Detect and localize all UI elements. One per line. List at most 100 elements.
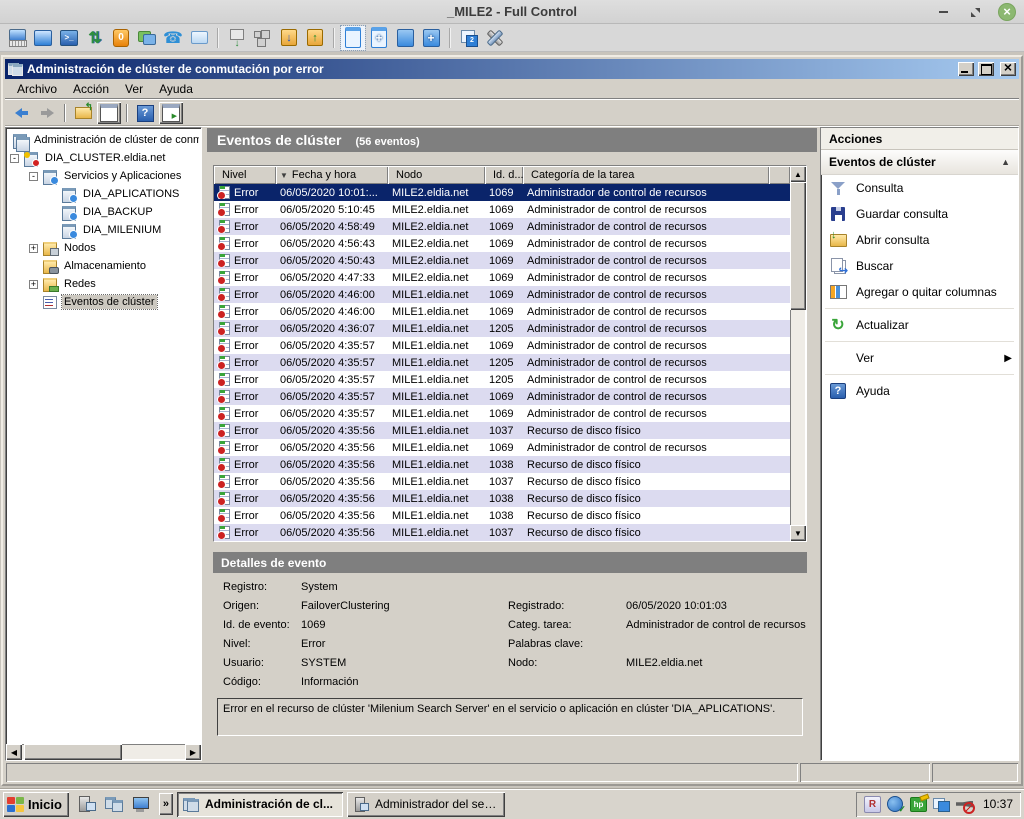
- table-row[interactable]: Error 06/05/2020 4:35:57 MILE1.eldia.net…: [214, 405, 790, 422]
- column-header[interactable]: Id. d...: [485, 166, 523, 184]
- task-server-manager[interactable]: Administrador del servidor: [347, 792, 505, 817]
- app-close-button[interactable]: [1000, 62, 1016, 76]
- network-hosts-icon[interactable]: [251, 26, 275, 50]
- shutdown-icon[interactable]: [109, 26, 133, 50]
- up-one-level-button[interactable]: [71, 102, 95, 124]
- tree-item-dia-backup[interactable]: DIA_BACKUP: [8, 203, 199, 221]
- tree-item-eventos[interactable]: Eventos de clúster: [8, 293, 199, 311]
- table-row[interactable]: Error 06/05/2020 4:35:56 MILE1.eldia.net…: [214, 490, 790, 507]
- help-button[interactable]: [133, 102, 157, 124]
- table-row[interactable]: Error 06/05/2020 4:35:57 MILE1.eldia.net…: [214, 371, 790, 388]
- tree-expander-icon[interactable]: -: [10, 154, 19, 163]
- network-tray-icon[interactable]: [887, 796, 904, 813]
- tree-item-nodos[interactable]: + Nodos: [8, 239, 199, 257]
- tree-item-dia-cluster[interactable]: - DIA_CLUSTER.eldia.net: [8, 149, 199, 167]
- app-minimize-button[interactable]: [958, 62, 974, 76]
- show-action-pane-button[interactable]: [159, 102, 183, 124]
- hp-tray-icon[interactable]: [910, 796, 927, 813]
- column-header[interactable]: ▼ Fecha y hora: [276, 166, 388, 184]
- table-row[interactable]: Error 06/05/2020 4:47:33 MILE2.eldia.net…: [214, 269, 790, 286]
- remote-desktop-tray-icon[interactable]: [933, 796, 950, 813]
- quicklaunch-server-manager-icon[interactable]: [77, 794, 97, 814]
- text-chat-icon[interactable]: [135, 26, 159, 50]
- action-ayuda[interactable]: Ayuda: [821, 378, 1018, 404]
- column-header[interactable]: Nivel: [214, 166, 276, 184]
- tree-item-redes[interactable]: + Redes: [8, 275, 199, 293]
- tree-item-root[interactable]: Administración de clúster de conmu: [8, 131, 199, 149]
- tree-expander-icon[interactable]: +: [29, 244, 38, 253]
- tree-item-dia-milenium[interactable]: DIA_MILENIUM: [8, 221, 199, 239]
- column-header[interactable]: Nodo: [388, 166, 485, 184]
- action-ver[interactable]: Ver ▶: [821, 345, 1018, 371]
- table-row[interactable]: Error 06/05/2020 4:35:57 MILE1.eldia.net…: [214, 354, 790, 371]
- table-row[interactable]: Error 06/05/2020 4:46:00 MILE1.eldia.net…: [214, 303, 790, 320]
- action-actualizar[interactable]: Actualizar: [821, 312, 1018, 338]
- table-row[interactable]: Error 06/05/2020 4:35:57 MILE1.eldia.net…: [214, 337, 790, 354]
- table-row[interactable]: Error 06/05/2020 4:35:56 MILE1.eldia.net…: [214, 473, 790, 490]
- menu-ayuda[interactable]: Ayuda: [151, 79, 201, 99]
- table-row[interactable]: Error 06/05/2020 4:35:56 MILE1.eldia.net…: [214, 507, 790, 524]
- radmin-tray-icon[interactable]: [864, 796, 881, 813]
- action-guardar-consulta[interactable]: Guardar consulta: [821, 201, 1018, 227]
- stretch-view-icon[interactable]: [367, 26, 391, 50]
- scroll-right-icon[interactable]: ▶: [185, 744, 201, 760]
- quicklaunch-show-desktop-icon[interactable]: [131, 794, 151, 814]
- menu-accion[interactable]: Acción: [65, 79, 117, 99]
- start-button[interactable]: Inicio: [3, 792, 69, 817]
- action-columnas[interactable]: Agregar o quitar columnas: [821, 279, 1018, 305]
- scroll-left-icon[interactable]: ◀: [6, 744, 22, 760]
- send-message-icon[interactable]: [187, 26, 211, 50]
- table-row[interactable]: Error 06/05/2020 4:35:56 MILE1.eldia.net…: [214, 439, 790, 456]
- close-button[interactable]: [998, 3, 1016, 21]
- view-only-icon[interactable]: [5, 26, 29, 50]
- restore-button[interactable]: [966, 3, 984, 21]
- table-row[interactable]: Error 06/05/2020 4:35:56 MILE1.eldia.net…: [214, 422, 790, 439]
- tree-expander-icon[interactable]: +: [29, 280, 38, 289]
- app-titlebar[interactable]: Administración de clúster de conmutación…: [5, 59, 1019, 79]
- table-row[interactable]: Error 06/05/2020 4:50:43 MILE2.eldia.net…: [214, 252, 790, 269]
- action-consulta[interactable]: Consulta: [821, 175, 1018, 201]
- table-row[interactable]: Error 06/05/2020 4:58:49 MILE2.eldia.net…: [214, 218, 790, 235]
- table-row[interactable]: Error 06/05/2020 4:35:56 MILE1.eldia.net…: [214, 524, 790, 541]
- tree-expander-icon[interactable]: -: [29, 172, 38, 181]
- scrollbar-thumb[interactable]: [790, 182, 806, 310]
- monitors-icon[interactable]: [457, 26, 481, 50]
- full-control-icon[interactable]: [31, 26, 55, 50]
- app-maximize-button[interactable]: [978, 62, 994, 76]
- scroll-down-icon[interactable]: ▼: [790, 525, 806, 541]
- table-row[interactable]: Error 06/05/2020 4:56:43 MILE2.eldia.net…: [214, 235, 790, 252]
- scrollbar-thumb[interactable]: [24, 744, 122, 760]
- clipboard-get-icon[interactable]: [277, 26, 301, 50]
- back-button[interactable]: [9, 102, 33, 124]
- table-row[interactable]: Error 06/05/2020 10:01:... MILE2.eldia.n…: [214, 184, 790, 201]
- scroll-up-icon[interactable]: ▲: [790, 166, 806, 182]
- table-row[interactable]: Error 06/05/2020 4:35:56 MILE1.eldia.net…: [214, 456, 790, 473]
- action-abrir-consulta[interactable]: Abrir consulta: [821, 227, 1018, 253]
- tree-item-almacenamiento[interactable]: Almacenamiento: [8, 257, 199, 275]
- file-transfer-icon[interactable]: [83, 26, 107, 50]
- collapse-icon[interactable]: ▲: [1001, 157, 1010, 167]
- column-header[interactable]: Categoría de la tarea: [523, 166, 769, 184]
- fullscreen-stretch-icon[interactable]: [419, 26, 443, 50]
- normal-view-icon[interactable]: [341, 26, 365, 50]
- show-console-tree-button[interactable]: [97, 102, 121, 124]
- voice-chat-icon[interactable]: [161, 26, 185, 50]
- table-row[interactable]: Error 06/05/2020 4:36:07 MILE1.eldia.net…: [214, 320, 790, 337]
- menu-ver[interactable]: Ver: [117, 79, 151, 99]
- menu-archivo[interactable]: Archivo: [9, 79, 65, 99]
- tree-item-dia-aplications[interactable]: DIA_APLICATIONS: [8, 185, 199, 203]
- screenshot-icon[interactable]: [225, 26, 249, 50]
- table-vertical-scrollbar[interactable]: ▲ ▼: [790, 166, 806, 541]
- action-buscar[interactable]: Buscar: [821, 253, 1018, 279]
- task-cluster-admin[interactable]: Administración de cl...: [177, 792, 343, 817]
- table-row[interactable]: Error 06/05/2020 4:35:57 MILE1.eldia.net…: [214, 388, 790, 405]
- tree-horizontal-scrollbar[interactable]: ◀ ▶: [6, 744, 201, 760]
- forward-button[interactable]: [35, 102, 59, 124]
- clipboard-send-icon[interactable]: [303, 26, 327, 50]
- tree-item-servicios[interactable]: - Servicios y Aplicaciones: [8, 167, 199, 185]
- quicklaunch-cluster-admin-icon[interactable]: [104, 794, 124, 814]
- actions-section-header[interactable]: Eventos de clúster ▲: [821, 150, 1018, 175]
- table-row[interactable]: Error 06/05/2020 5:10:45 MILE2.eldia.net…: [214, 201, 790, 218]
- table-row[interactable]: Error 06/05/2020 4:46:00 MILE1.eldia.net…: [214, 286, 790, 303]
- fullscreen-view-icon[interactable]: [393, 26, 417, 50]
